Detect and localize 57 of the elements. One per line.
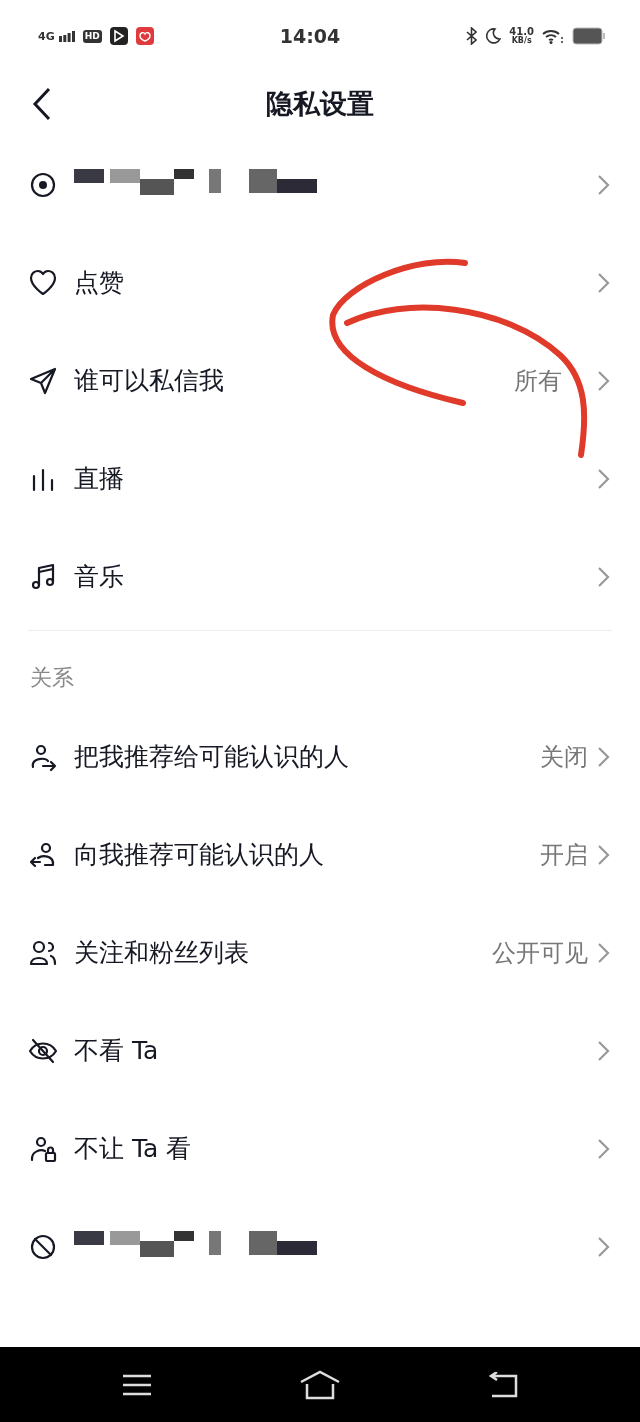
setting-label: 谁可以私信我 xyxy=(74,365,224,398)
settings-row[interactable]: 音乐 xyxy=(0,528,640,626)
menu-icon[interactable] xyxy=(121,1372,153,1397)
wifi-icon xyxy=(542,28,564,44)
clock-time: 14:04 xyxy=(279,23,341,49)
setting-label: 点赞 xyxy=(74,267,124,300)
chevron-right-icon xyxy=(596,942,610,964)
settings-row[interactable]: 谁可以私信我 所有 xyxy=(0,332,640,430)
chevron-right-icon xyxy=(596,272,610,294)
chevron-right-icon xyxy=(596,370,610,392)
hd-badge: HD xyxy=(82,29,102,43)
setting-value: 公开可见 xyxy=(492,938,588,969)
setting-value: 开启 xyxy=(540,840,588,871)
back-icon[interactable] xyxy=(32,87,52,121)
eye-slash-icon xyxy=(28,1036,58,1066)
setting-label: 不让 Ta 看 xyxy=(74,1133,192,1166)
chevron-right-icon xyxy=(596,566,610,588)
settings-row[interactable]: 点赞 xyxy=(0,234,640,332)
chevron-right-icon xyxy=(596,844,610,866)
setting-label: 直播 xyxy=(74,463,124,496)
moon-icon xyxy=(485,28,502,44)
chevron-right-icon xyxy=(596,174,610,196)
setting-label: 音乐 xyxy=(74,561,124,594)
signal-icon xyxy=(58,30,75,42)
eye-icon xyxy=(28,170,58,200)
setting-value: 关闭 xyxy=(540,742,588,773)
chevron-right-icon xyxy=(596,468,610,490)
setting-label: 把我推荐给可能认识的人 xyxy=(74,741,349,774)
app-icon xyxy=(135,27,154,45)
battery-icon xyxy=(572,27,606,45)
chevron-right-icon xyxy=(596,746,610,768)
send-icon xyxy=(28,366,58,396)
bluetooth-icon xyxy=(466,27,478,45)
chevron-right-icon xyxy=(596,1040,610,1062)
settings-row[interactable]: 把我推荐给可能认识的人 关闭 xyxy=(0,708,640,806)
settings-row[interactable]: 关注和粉丝列表 公开可见 xyxy=(0,904,640,1002)
person-lock-icon xyxy=(28,1134,58,1164)
home-icon[interactable] xyxy=(299,1369,341,1400)
settings-row[interactable]: 向我推荐可能认识的人 开启 xyxy=(0,806,640,904)
network-type: 4G xyxy=(38,31,55,42)
setting-label: 不看 Ta xyxy=(74,1035,159,1068)
chevron-right-icon xyxy=(596,1138,610,1160)
circle-slash-icon xyxy=(28,1232,58,1262)
page-title: 隐私设置 xyxy=(266,86,374,121)
settings-row[interactable]: 不看 Ta xyxy=(0,1002,640,1100)
people-icon xyxy=(28,938,58,968)
settings-row[interactable]: 不让 Ta 看 xyxy=(0,1100,640,1198)
section-heading: 关系 xyxy=(29,664,75,692)
chevron-right-icon xyxy=(596,1236,610,1258)
heart-icon xyxy=(28,268,58,298)
setting-label: 关注和粉丝列表 xyxy=(74,937,249,970)
speed-unit: KB/s xyxy=(511,37,532,45)
setting-value: 所有 xyxy=(514,366,562,397)
app-icon xyxy=(109,27,128,45)
setting-label: 向我推荐可能认识的人 xyxy=(74,839,324,872)
settings-row[interactable]: 直播 xyxy=(0,430,640,528)
network-speed: 41.0 xyxy=(509,27,534,37)
